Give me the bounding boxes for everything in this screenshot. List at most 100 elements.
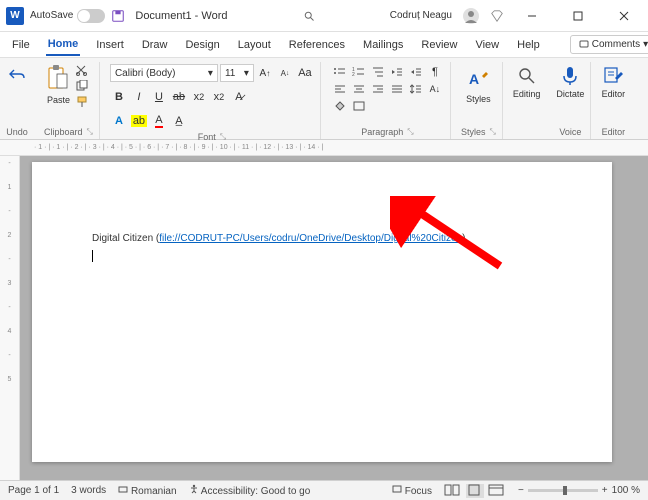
document-page[interactable]: Digital Citizen (file://CODRUT-PC/Users/…: [32, 162, 612, 462]
premium-diamond-icon[interactable]: [490, 9, 504, 23]
tab-draw[interactable]: Draw: [140, 35, 170, 55]
menu-tabs: File Home Insert Draw Design Layout Refe…: [0, 32, 648, 58]
horizontal-ruler[interactable]: · 1 · | · 1 · | · 2 · | · 3 · | · 4 · | …: [0, 140, 648, 156]
hyperlink[interactable]: file://CODRUT-PC/Users/codru/OneDrive/De…: [159, 233, 462, 244]
svg-text:2: 2: [352, 72, 355, 78]
font-name-select[interactable]: Calibri (Body)▾: [110, 64, 218, 82]
cut-icon[interactable]: [75, 64, 91, 78]
read-mode-icon[interactable]: [444, 484, 462, 498]
undo-group-label: Undo: [6, 127, 28, 139]
styles-group-label: Styles: [461, 127, 486, 137]
font-group-label: Font: [198, 132, 216, 142]
strikethrough-button[interactable]: ab: [170, 88, 188, 106]
sort-icon[interactable]: A↓: [426, 81, 444, 97]
page-count[interactable]: Page 1 of 1: [8, 485, 59, 496]
zoom-slider[interactable]: [528, 489, 598, 492]
zoom-in-button[interactable]: +: [602, 485, 608, 496]
body-text: Digital Citizen (: [92, 233, 159, 244]
multilevel-list-icon[interactable]: [369, 64, 387, 80]
highlight-icon[interactable]: ab: [130, 112, 148, 130]
decrease-indent-icon[interactable]: [388, 64, 406, 80]
bullets-icon[interactable]: [331, 64, 349, 80]
character-border-icon[interactable]: A̲: [170, 112, 188, 130]
accessibility-status[interactable]: Accessibility: Good to go: [189, 484, 311, 497]
paste-icon: [45, 64, 71, 94]
zoom-level[interactable]: 100 %: [612, 485, 640, 496]
document-title: Document1 - Word: [135, 10, 227, 22]
borders-icon[interactable]: [350, 98, 368, 114]
dictate-button[interactable]: Dictate: [556, 62, 584, 99]
web-layout-icon[interactable]: [488, 484, 506, 498]
zoom-control[interactable]: − + 100 %: [518, 485, 640, 496]
maximize-button[interactable]: [560, 2, 596, 30]
increase-font-icon[interactable]: A↑: [256, 64, 274, 82]
close-button[interactable]: [606, 2, 642, 30]
copy-icon[interactable]: [75, 80, 91, 94]
dialog-launcher-icon[interactable]: ⤡: [87, 127, 93, 137]
undo-button[interactable]: [6, 64, 28, 86]
minimize-button[interactable]: [514, 2, 550, 30]
align-right-icon[interactable]: [369, 81, 387, 97]
underline-button[interactable]: U: [150, 88, 168, 106]
accessibility-icon: [189, 484, 199, 494]
editing-button[interactable]: Editing: [513, 62, 541, 99]
tab-home[interactable]: Home: [46, 34, 81, 56]
status-bar: Page 1 of 1 3 words Romanian Accessibili…: [0, 480, 648, 500]
autosave-toggle[interactable]: AutoSave: [30, 9, 105, 23]
zoom-out-button[interactable]: −: [518, 485, 524, 496]
clear-formatting-icon[interactable]: A̷: [230, 88, 248, 106]
font-color-icon[interactable]: A: [150, 112, 168, 130]
shading-icon[interactable]: [331, 98, 349, 114]
comments-button[interactable]: Comments ▾: [570, 35, 648, 54]
print-layout-icon[interactable]: [466, 484, 484, 498]
vertical-ruler[interactable]: -1-2-3-4-5: [0, 156, 20, 480]
align-center-icon[interactable]: [350, 81, 368, 97]
italic-button[interactable]: I: [130, 88, 148, 106]
focus-mode-button[interactable]: Focus: [392, 484, 432, 497]
show-marks-icon[interactable]: ¶: [426, 64, 444, 80]
page-scroll-area[interactable]: Digital Citizen (file://CODRUT-PC/Users/…: [20, 156, 648, 480]
ribbon: Undo Paste Clipboard⤡ Calibri (Body)▾ 11…: [0, 58, 648, 140]
numbering-icon[interactable]: 12: [350, 64, 368, 80]
microphone-icon: [558, 64, 582, 88]
dialog-launcher-icon[interactable]: ⤡: [489, 127, 495, 137]
focus-icon: [392, 484, 402, 494]
change-case-icon[interactable]: Aa: [296, 64, 314, 82]
editor-group-label: Editor: [602, 127, 626, 139]
tab-design[interactable]: Design: [183, 35, 221, 55]
bold-button[interactable]: B: [110, 88, 128, 106]
tab-file[interactable]: File: [10, 35, 32, 55]
tab-mailings[interactable]: Mailings: [361, 35, 405, 55]
title-bar: W AutoSave Document1 - Word Codruț Neagu: [0, 0, 648, 32]
toggle-switch-icon[interactable]: [77, 9, 105, 23]
tab-references[interactable]: References: [287, 35, 347, 55]
chevron-down-icon: ▾: [244, 68, 249, 79]
tab-help[interactable]: Help: [515, 35, 542, 55]
language-status[interactable]: Romanian: [118, 484, 176, 497]
line-spacing-icon[interactable]: [407, 81, 425, 97]
dialog-launcher-icon[interactable]: ⤡: [220, 132, 226, 142]
format-painter-icon[interactable]: [75, 96, 91, 110]
subscript-button[interactable]: x2: [190, 88, 208, 106]
search-icon[interactable]: [303, 10, 315, 22]
editor-button[interactable]: Editor: [601, 62, 625, 99]
styles-icon: A: [466, 68, 490, 92]
paste-button[interactable]: Paste: [45, 64, 71, 105]
increase-indent-icon[interactable]: [407, 64, 425, 80]
decrease-font-icon[interactable]: A↓: [276, 64, 294, 82]
tab-layout[interactable]: Layout: [236, 35, 273, 55]
justify-icon[interactable]: [388, 81, 406, 97]
styles-button[interactable]: A Styles: [466, 64, 491, 104]
dialog-launcher-icon[interactable]: ⤡: [407, 127, 413, 137]
tab-review[interactable]: Review: [419, 35, 459, 55]
tab-insert[interactable]: Insert: [94, 35, 126, 55]
user-avatar-icon[interactable]: [462, 7, 480, 25]
text-effects-icon[interactable]: A: [110, 112, 128, 130]
save-icon[interactable]: [111, 9, 125, 23]
font-size-select[interactable]: 11▾: [220, 64, 254, 82]
word-count[interactable]: 3 words: [71, 485, 106, 496]
align-left-icon[interactable]: [331, 81, 349, 97]
svg-text:A: A: [469, 71, 479, 87]
tab-view[interactable]: View: [473, 35, 501, 55]
superscript-button[interactable]: x2: [210, 88, 228, 106]
